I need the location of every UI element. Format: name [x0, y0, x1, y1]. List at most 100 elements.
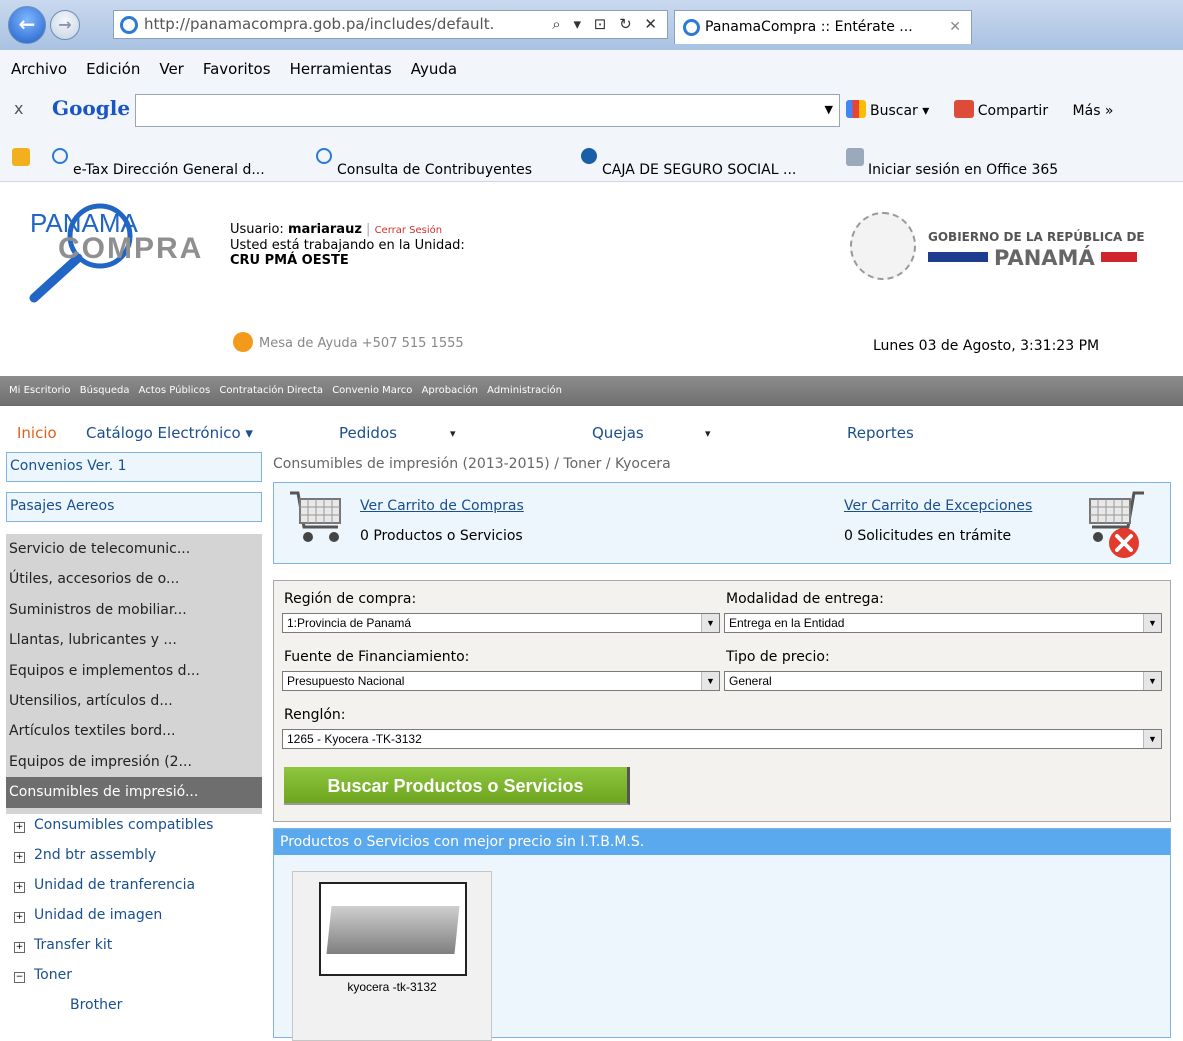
expand-icon[interactable]: + [14, 882, 25, 893]
menu-ver[interactable]: Ver [148, 50, 192, 78]
sidebar-group-item-selected[interactable]: Consumibles de impresió... [6, 777, 262, 808]
favorites-star-icon[interactable] [12, 148, 34, 167]
nav-mi-escritorio[interactable]: Mi Escritorio [9, 385, 71, 396]
tree-item[interactable]: + Consumibles compatibles [14, 810, 213, 840]
collapse-icon[interactable]: − [14, 972, 25, 983]
expand-icon[interactable]: + [14, 852, 25, 863]
sidebar-pasajes[interactable]: Pasajes Aereos [6, 492, 262, 522]
favorite-consulta[interactable]: Consulta de Contribuyentes [316, 148, 532, 178]
address-bar[interactable]: http://panamacompra.gob.pa/includes/defa… [113, 10, 668, 39]
google-search-input[interactable]: ▼ [135, 94, 840, 127]
sidebar-group-item[interactable]: Utensilios, artículos d... [6, 686, 262, 716]
phone-icon [233, 332, 253, 352]
tree-item[interactable]: + Unidad de imagen [14, 900, 213, 930]
shopping-cart-icon[interactable] [286, 487, 348, 549]
region-select[interactable]: 1:Provincia de Panamá ▼ [282, 613, 720, 633]
sidebar-group-item[interactable]: Llantas, lubricantes y ... [6, 625, 262, 655]
subnav-inicio[interactable]: Inicio [17, 424, 57, 442]
nav-convenio-marco[interactable]: Convenio Marco [332, 385, 412, 396]
back-button[interactable]: ← [8, 6, 46, 44]
search-form: Región de compra: 1:Provincia de Panamá ▼… [273, 580, 1171, 822]
product-card[interactable]: kyocera -tk-3132 [292, 871, 492, 1041]
css-logo-icon [581, 148, 597, 164]
google-dropdown-icon[interactable]: ▼ [825, 103, 833, 116]
sidebar-group-item[interactable]: Útiles, accesorios de o... [6, 564, 262, 594]
sidebar-group-item[interactable]: Servicio de telecomunic... [6, 534, 262, 564]
product-name[interactable]: kyocera -tk-3132 [293, 980, 491, 994]
select-arrow-icon: ▼ [1143, 614, 1161, 632]
subnav-quejas[interactable]: Quejas [592, 424, 644, 442]
nav-administracion[interactable]: Administración [487, 385, 562, 396]
sidebar-convenios[interactable]: Convenios Ver. 1 [6, 452, 262, 482]
exceptions-cart-icon[interactable] [1074, 487, 1146, 561]
tree-item[interactable]: + Unidad de tranferencia [14, 870, 213, 900]
menu-bar: Archivo Edición Ver Favoritos Herramientas Ay… [0, 50, 1183, 88]
modalidad-select[interactable]: Entrega en la Entidad ▼ [724, 613, 1162, 633]
unidad-label: Usted está trabajando en la Unidad: [230, 238, 465, 253]
address-controls-icon[interactable]: ⌕ ▾ ⊡ ↻ ✕ [548, 11, 661, 38]
select-arrow-icon: ▼ [701, 614, 719, 632]
tab-title: PanamaCompra :: Entérate ... [705, 19, 913, 35]
select-arrow-icon: ▼ [1143, 672, 1161, 690]
menu-edicion[interactable]: Edición [75, 50, 148, 78]
google-compartir-button[interactable]: Compartir [953, 100, 1058, 119]
modalidad-label: Modalidad de entrega: [726, 591, 884, 607]
nav-busqueda[interactable]: Búsqueda [80, 385, 130, 396]
url-path: /includes/default. [364, 15, 495, 33]
forward-button[interactable]: → [50, 10, 80, 40]
panamacompra-logo[interactable]: PANAMA COMPRA [28, 196, 218, 306]
sidebar-group-item[interactable]: Artículos textiles bord... [6, 716, 262, 746]
ie-fav-icon [316, 148, 332, 164]
gov-line2: PANAMÁ [994, 246, 1095, 270]
menu-herramientas[interactable]: Herramientas [279, 50, 400, 78]
tab-panamacompra[interactable]: PanamaCompra :: Entérate ... ✕ [674, 10, 972, 44]
quejas-dropdown-icon[interactable]: ▾ [705, 427, 711, 440]
ver-carrito-excepciones-link[interactable]: Ver Carrito de Excepciones [844, 498, 1032, 514]
tab-close-icon[interactable]: ✕ [949, 11, 961, 43]
menu-ayuda[interactable]: Ayuda [400, 50, 465, 78]
fuente-select[interactable]: Presupuesto Nacional ▼ [282, 671, 720, 691]
sidebar-group-item[interactable]: Equipos e implementos d... [6, 656, 262, 686]
menu-favoritos[interactable]: Favoritos [192, 50, 279, 78]
expand-icon[interactable]: + [14, 822, 25, 833]
favorite-office365[interactable]: Iniciar sesión en Office 365 [846, 148, 1058, 178]
tree-item[interactable]: +2nd btr assembly [14, 840, 213, 870]
excepciones-count: 0 Solicitudes en trámite [844, 528, 1012, 544]
favorite-etax[interactable]: e-Tax Dirección General d... [52, 148, 265, 178]
flag-red-bar [1100, 252, 1137, 262]
coat-of-arms-icon [850, 212, 916, 280]
menu-archivo[interactable]: Archivo [0, 50, 75, 78]
tree-item[interactable]: + Transfer kit [14, 930, 213, 960]
google-close-icon[interactable]: x [14, 99, 23, 118]
expand-icon[interactable]: + [14, 912, 25, 923]
google-logo: Google [52, 96, 131, 120]
subnav-reportes[interactable]: Reportes [847, 424, 914, 442]
tipo-precio-select[interactable]: General ▼ [724, 671, 1162, 691]
tree-child-brother[interactable]: Brother [14, 990, 213, 1020]
buscar-productos-button[interactable]: Buscar Productos o Servicios [284, 767, 630, 805]
username: mariarauz [287, 222, 362, 237]
unidad-name: CRU PMÁ OESTE [230, 253, 349, 268]
subnav-pedidos[interactable]: Pedidos [339, 424, 397, 442]
product-image[interactable] [319, 882, 467, 976]
ver-carrito-compras-link[interactable]: Ver Carrito de Compras [360, 498, 524, 514]
expand-icon[interactable]: + [14, 942, 25, 953]
sidebar-group-item[interactable]: Suministros de mobiliar... [6, 595, 262, 625]
renglon-select[interactable]: 1265 - Kyocera -TK-3132 ▼ [282, 729, 1162, 749]
pedidos-dropdown-icon[interactable]: ▾ [450, 427, 456, 440]
sidebar-group-item[interactable]: Equipos de impresión (2... [6, 747, 262, 777]
sidebar-groups: Servicio de telecomunic... Útiles, acces… [6, 534, 262, 814]
google-buscar-button[interactable]: Buscar ▾ [846, 100, 939, 119]
tree-item-toner[interactable]: − Toner [14, 960, 213, 990]
cerrar-sesion-link[interactable]: Cerrar Sesión [375, 225, 443, 236]
nav-aprobacion[interactable]: Aprobación [422, 385, 478, 396]
google-search-icon [846, 100, 866, 118]
results-panel: Productos o Servicios con mejor precio s… [273, 828, 1171, 1041]
subnav-catalogo[interactable]: Catálogo Electrónico ▾ [86, 424, 253, 442]
logo-text-bottom: COMPRA [58, 232, 203, 265]
sub-nav: Inicio Catálogo Electrónico ▾ Pedidos ▾ … [0, 418, 1183, 448]
nav-actos-publicos[interactable]: Actos Públicos [139, 385, 211, 396]
favorite-css[interactable]: CAJA DE SEGURO SOCIAL ... [581, 148, 796, 178]
google-mas-button[interactable]: Más » [1073, 103, 1114, 119]
nav-contratacion-directa[interactable]: Contratación Directa [219, 385, 323, 396]
